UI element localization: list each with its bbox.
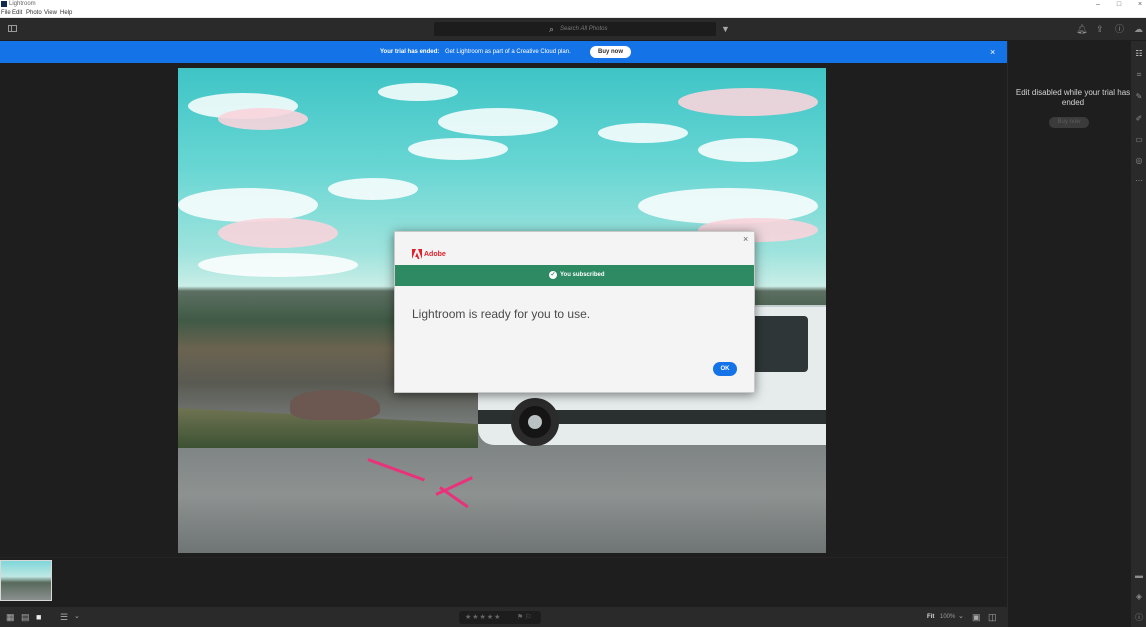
trial-ended-banner: Your trial has ended: Get Lightroom as p… bbox=[0, 41, 1007, 63]
comment-icon[interactable]: ▬ bbox=[1133, 571, 1145, 581]
zoom-chevron-down-icon[interactable]: ⌄ bbox=[958, 611, 964, 623]
window-title: Lightroom bbox=[9, 1, 36, 7]
dialog-message: Lightroom is ready for you to use. bbox=[412, 307, 591, 321]
close-window-button[interactable]: × bbox=[1134, 0, 1146, 9]
square-grid-icon[interactable]: ▤ bbox=[21, 611, 30, 623]
menu-help[interactable]: Help bbox=[60, 9, 72, 18]
menu-file[interactable]: File bbox=[1, 9, 11, 18]
title-bar: Lightroom – □ × bbox=[0, 0, 1146, 9]
rock bbox=[290, 390, 380, 420]
sort-icon[interactable]: ☰ bbox=[60, 611, 68, 623]
adobe-logo-icon bbox=[412, 249, 422, 259]
grid-view-icon[interactable]: ▦ bbox=[6, 611, 15, 623]
van-wheel bbox=[511, 398, 559, 446]
brush-icon[interactable]: ✐ bbox=[1133, 114, 1145, 124]
check-circle-icon: ✓ bbox=[549, 271, 557, 279]
rating-flag-control: ★★★★★ ⚑ ⚐ bbox=[459, 611, 541, 624]
share-icon[interactable]: ⇪ bbox=[1096, 23, 1104, 35]
top-toolbar: ⌕ Search All Photos ▼ 🔔︎ ⇪ ⓘ ☁ bbox=[0, 18, 1146, 40]
flag-buttons[interactable]: ⚑ ⚐ bbox=[517, 611, 532, 624]
subscribed-status-text: You subscribed bbox=[560, 272, 605, 278]
filmstrip bbox=[0, 557, 1007, 605]
edit-sliders-icon[interactable]: ☷ bbox=[1133, 49, 1145, 59]
edit-disabled-message: Edit disabled while your trial has ended bbox=[1015, 88, 1131, 107]
loupe-view: × Adobe ✓ You subscribed Lightroom is re… bbox=[0, 63, 1007, 557]
healing-brush-icon[interactable]: ✎ bbox=[1133, 92, 1145, 102]
bell-icon[interactable]: 🔔︎ bbox=[1076, 23, 1087, 35]
lightroom-app-icon bbox=[1, 1, 7, 7]
subscribed-status-bar: ✓ You subscribed bbox=[395, 265, 754, 286]
photo-thumbnail[interactable] bbox=[0, 560, 52, 601]
menu-view[interactable]: View bbox=[44, 9, 57, 18]
filter-icon[interactable]: ▼ bbox=[721, 23, 730, 35]
search-field[interactable]: ⌕ Search All Photos bbox=[434, 22, 716, 36]
compare-view-icon[interactable]: ◫ bbox=[988, 611, 997, 623]
search-input[interactable]: Search All Photos bbox=[560, 22, 607, 36]
ok-button[interactable]: OK bbox=[713, 362, 737, 376]
menu-bar: File Edit Photo View Help bbox=[0, 9, 1146, 18]
linear-gradient-icon[interactable]: ▭ bbox=[1133, 135, 1145, 145]
zoom-fit-button[interactable]: Fit bbox=[927, 607, 934, 627]
banner-buy-now-button[interactable]: Buy now bbox=[590, 46, 631, 58]
adobe-brand-text: Adobe bbox=[424, 251, 446, 258]
zoom-level[interactable]: 100% bbox=[940, 607, 955, 627]
radial-gradient-icon[interactable]: ◎ bbox=[1133, 156, 1145, 166]
panel-toggle-icon[interactable] bbox=[8, 25, 17, 32]
edit-panel: Edit disabled while your trial has ended… bbox=[1007, 41, 1131, 627]
minimize-button[interactable]: – bbox=[1092, 0, 1104, 9]
tool-rail: ☷ ⌗ ✎ ✐ ▭ ◎ ⋯ ▬ ◈ ⓘ bbox=[1131, 41, 1146, 627]
menu-photo[interactable]: Photo bbox=[26, 9, 42, 18]
star-rating[interactable]: ★★★★★ bbox=[465, 611, 501, 624]
info-icon[interactable]: ⓘ bbox=[1133, 613, 1145, 623]
help-icon[interactable]: ⓘ bbox=[1115, 23, 1124, 35]
detail-view-icon[interactable]: ■ bbox=[36, 611, 41, 623]
tag-icon[interactable]: ◈ bbox=[1133, 592, 1145, 602]
bottom-toolbar: ▦ ▤ ■ ☰ ⌄ ★★★★★ ⚑ ⚐ Fit 100% ⌄ ▣ ◫ bbox=[0, 607, 1007, 627]
sort-chevron-down-icon[interactable]: ⌄ bbox=[74, 611, 80, 623]
menu-edit[interactable]: Edit bbox=[12, 9, 22, 18]
more-options-icon[interactable]: ⋯ bbox=[1133, 176, 1145, 186]
subscription-dialog: × Adobe ✓ You subscribed Lightroom is re… bbox=[394, 231, 755, 393]
banner-title: Your trial has ended: bbox=[380, 49, 440, 55]
lightroom-window: Lightroom – □ × File Edit Photo View Hel… bbox=[0, 0, 1146, 627]
cloud-icon[interactable]: ☁ bbox=[1134, 23, 1143, 35]
info-overlay-icon[interactable]: ▣ bbox=[972, 611, 981, 623]
search-icon: ⌕ bbox=[549, 24, 555, 34]
banner-message: Get Lightroom as part of a Creative Clou… bbox=[445, 49, 571, 55]
maximize-button[interactable]: □ bbox=[1113, 0, 1125, 9]
banner-close-icon[interactable]: × bbox=[990, 41, 995, 63]
dialog-close-icon[interactable]: × bbox=[743, 234, 748, 244]
crop-icon[interactable]: ⌗ bbox=[1133, 70, 1145, 80]
panel-buy-now-button: Buy now bbox=[1049, 117, 1089, 128]
